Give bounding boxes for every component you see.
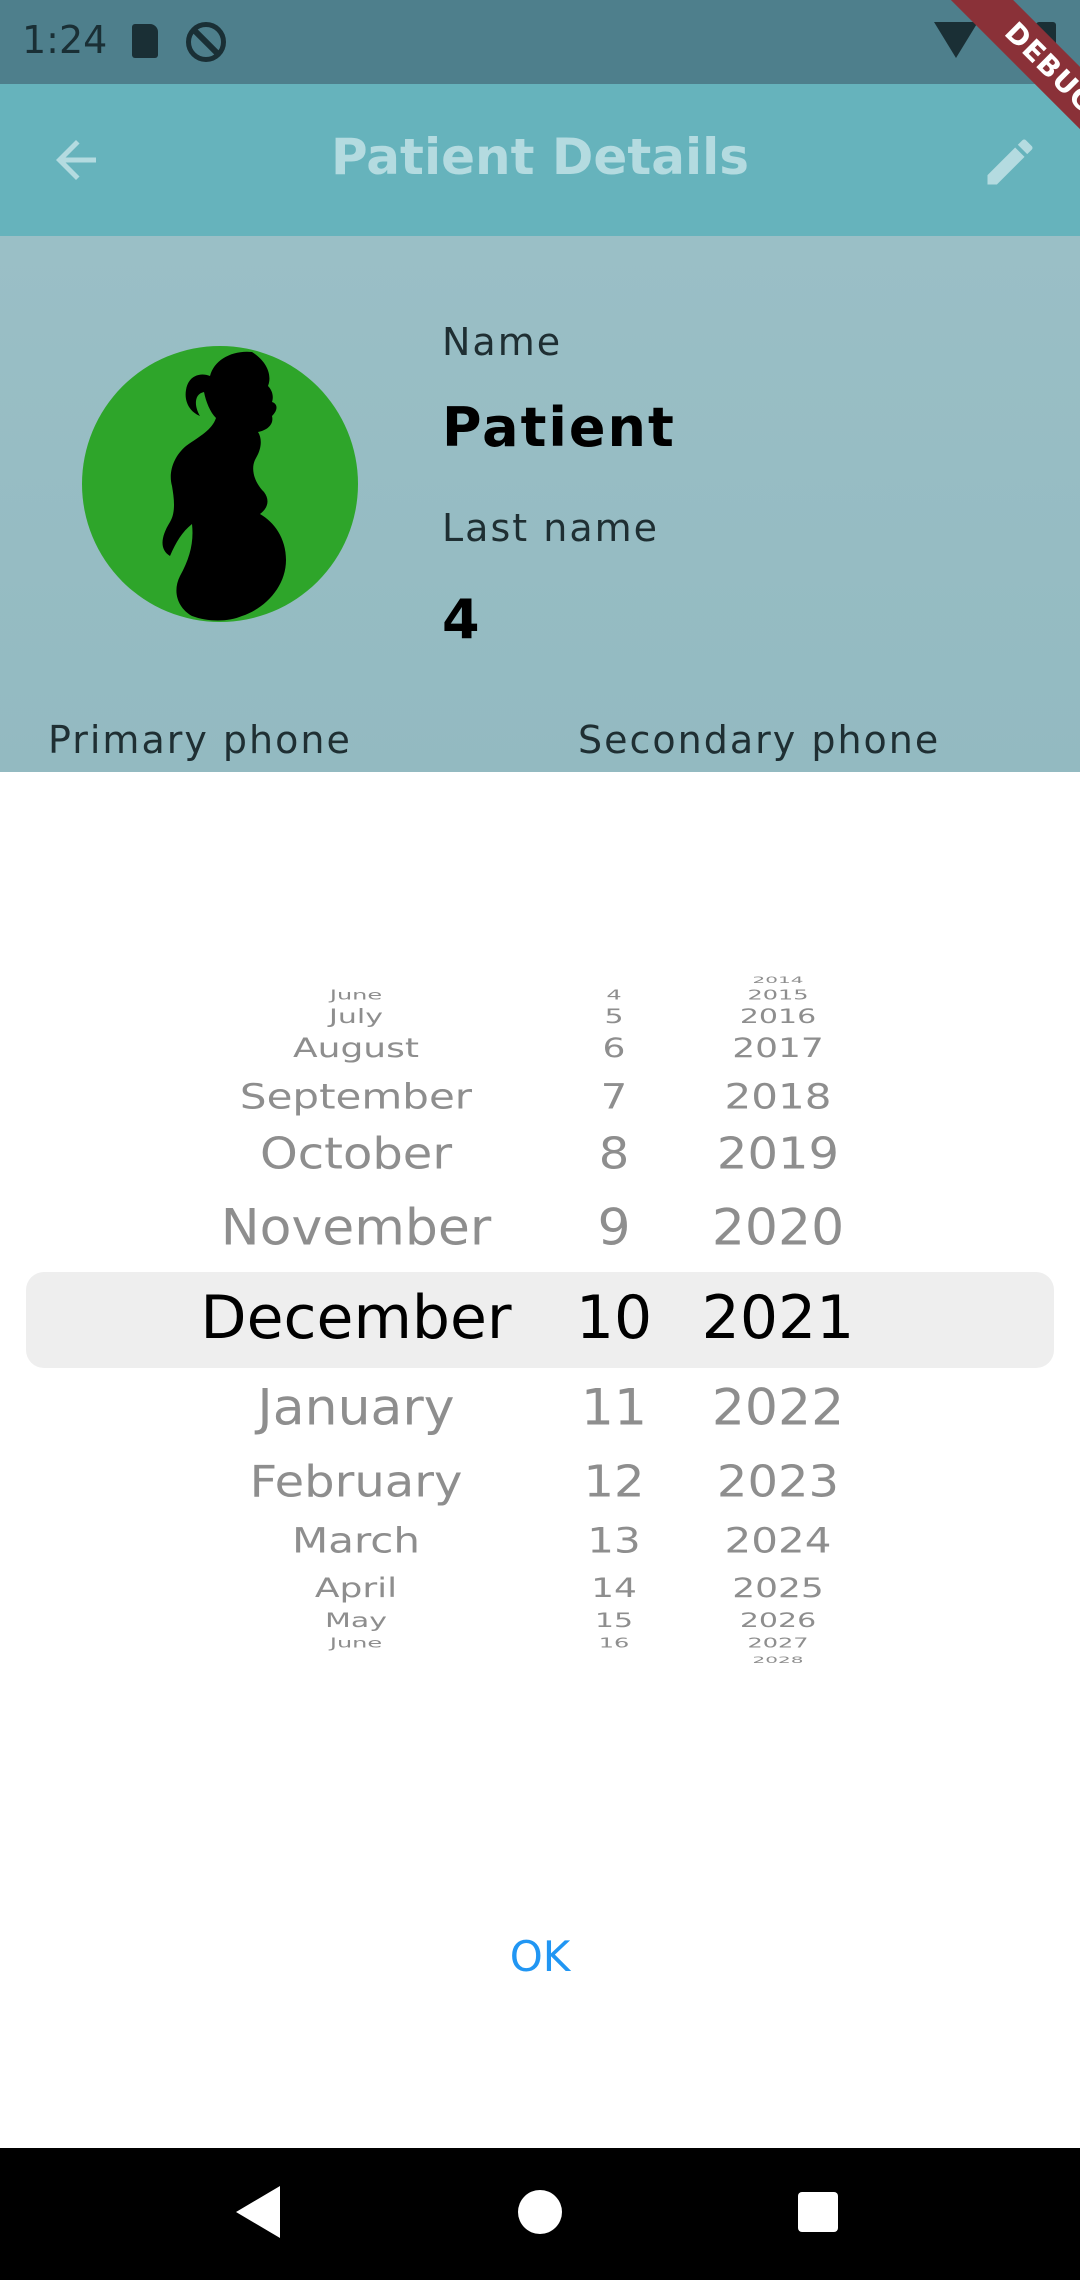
year-option[interactable]: 2020 — [712, 1199, 844, 1257]
day-option[interactable]: 4 — [606, 987, 621, 1003]
month-option[interactable]: March — [292, 1520, 420, 1560]
nav-recents-icon[interactable] — [798, 2192, 838, 2232]
year-option[interactable]: 2017 — [732, 1033, 824, 1063]
month-option[interactable]: August — [293, 1033, 419, 1063]
selection-highlight — [26, 1272, 1054, 1368]
day-option[interactable]: 7 — [601, 1076, 628, 1116]
month-option[interactable]: June — [330, 1635, 382, 1651]
month-option[interactable]: January — [257, 1379, 454, 1437]
year-option[interactable]: 2023 — [717, 1457, 839, 1507]
month-option[interactable]: April — [315, 1573, 397, 1603]
day-option[interactable]: 15 — [595, 1609, 633, 1632]
pregnant-woman-silhouette-icon — [162, 351, 286, 621]
month-option[interactable]: May — [325, 1609, 387, 1632]
page-title: Patient Details — [331, 128, 749, 186]
month-selected[interactable]: December — [200, 1283, 511, 1353]
month-option[interactable]: June — [330, 987, 382, 1003]
day-selected[interactable]: 10 — [576, 1283, 652, 1353]
do-not-disturb-icon — [186, 22, 226, 62]
edit-pencil-icon[interactable] — [980, 132, 1040, 192]
day-option[interactable]: 5 — [604, 1005, 623, 1028]
year-option[interactable]: 2016 — [740, 1005, 816, 1028]
day-option[interactable]: 8 — [599, 1129, 630, 1179]
secondary-phone-label: Secondary phone — [578, 718, 941, 762]
year-option[interactable]: 2027 — [747, 1635, 808, 1651]
name-label: Name — [442, 320, 563, 364]
date-picker-wheel[interactable]: December June July August September October No… — [0, 932, 1080, 1712]
year-option[interactable]: 2024 — [725, 1520, 832, 1560]
month-option[interactable]: November — [221, 1199, 492, 1257]
status-time: 1:24 — [22, 18, 108, 62]
lastname-value: 4 — [442, 588, 482, 651]
month-option[interactable]: February — [250, 1457, 463, 1507]
month-option[interactable]: September — [240, 1076, 472, 1116]
ok-button[interactable]: OK — [470, 1912, 610, 2002]
day-option[interactable]: 16 — [599, 1635, 630, 1651]
year-option[interactable]: 2014 — [753, 974, 804, 985]
navigation-bar — [0, 2148, 1080, 2280]
year-selected[interactable]: 2021 — [702, 1283, 855, 1353]
year-option[interactable]: 2028 — [753, 1654, 804, 1665]
day-option[interactable]: 9 — [597, 1199, 630, 1257]
day-option[interactable]: 6 — [603, 1033, 626, 1063]
month-option[interactable]: July — [329, 1005, 383, 1028]
name-value: Patient — [442, 396, 676, 459]
year-option[interactable]: 2026 — [740, 1609, 816, 1632]
nav-home-icon[interactable] — [518, 2190, 562, 2234]
day-option[interactable]: 11 — [581, 1379, 647, 1437]
patient-header: Name Patient Last name 4 Primary phone S… — [0, 236, 1080, 772]
year-option[interactable]: 2019 — [717, 1129, 839, 1179]
sd-card-icon — [132, 24, 158, 58]
day-option[interactable]: 13 — [587, 1520, 640, 1560]
app-bar: Patient Details — [0, 84, 1080, 236]
primary-phone-label: Primary phone — [48, 718, 352, 762]
year-option[interactable]: 2015 — [747, 987, 808, 1003]
lastname-label: Last name — [442, 506, 659, 550]
status-bar: 1:24 — [0, 0, 1080, 84]
year-option[interactable]: 2025 — [732, 1573, 824, 1603]
year-option[interactable]: 2022 — [712, 1379, 844, 1437]
year-option[interactable]: 2018 — [725, 1076, 832, 1116]
patient-avatar — [82, 346, 358, 622]
month-option[interactable]: October — [260, 1129, 452, 1179]
date-picker-dialog: December June July August September October No… — [0, 772, 1080, 2148]
day-option[interactable]: 14 — [591, 1573, 637, 1603]
day-option[interactable]: 12 — [583, 1457, 644, 1507]
nav-back-icon[interactable] — [236, 2186, 280, 2238]
wifi-icon — [934, 22, 978, 58]
